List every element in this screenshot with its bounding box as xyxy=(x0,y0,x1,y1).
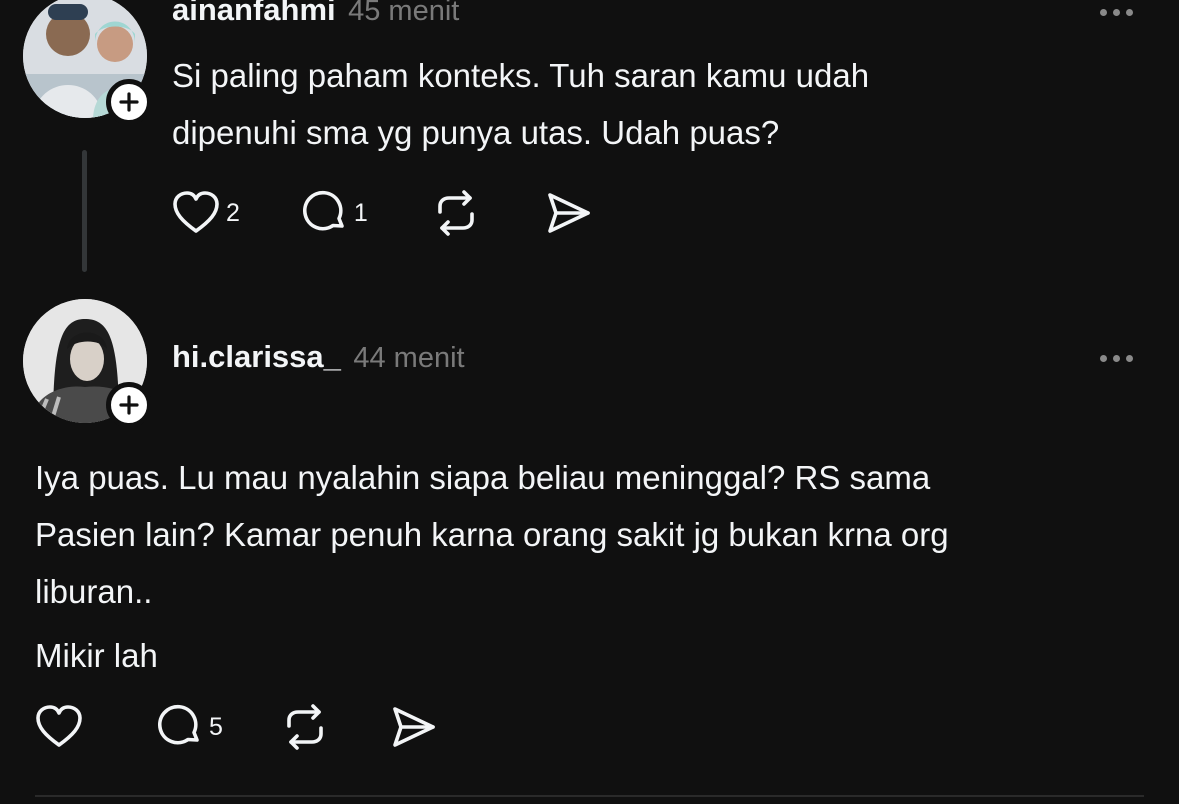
plus-icon xyxy=(119,395,139,415)
share-button[interactable] xyxy=(544,190,592,236)
follow-button[interactable] xyxy=(106,382,152,428)
post-divider xyxy=(35,795,1144,797)
timestamp: 44 menit xyxy=(353,342,465,374)
action-bar: 2 1 xyxy=(172,190,592,236)
repost-button[interactable] xyxy=(281,704,329,750)
follow-button[interactable] xyxy=(106,79,152,125)
heart-icon xyxy=(36,705,82,747)
heart-icon xyxy=(173,191,219,233)
post-body: Iya puas. Lu mau nyalahin siapa beliau m… xyxy=(35,449,949,684)
post-body: Si paling paham konteks. Tuh saran kamu … xyxy=(172,47,869,161)
share-button[interactable] xyxy=(389,704,437,750)
more-icon xyxy=(1100,9,1107,16)
username[interactable]: ainanfahmi xyxy=(172,0,336,27)
post-header: hi.clarissa_ 44 menit xyxy=(172,339,465,375)
send-icon xyxy=(393,707,435,747)
plus-icon xyxy=(119,92,139,112)
like-button[interactable] xyxy=(35,705,89,749)
reply-count: 5 xyxy=(209,712,223,741)
post-text-line: Iya puas. Lu mau nyalahin siapa beliau m… xyxy=(35,459,931,496)
post-text-line: dipenuhi sma yg punya utas. Udah puas? xyxy=(172,114,780,151)
timestamp: 45 menit xyxy=(348,0,460,27)
username[interactable]: hi.clarissa_ xyxy=(172,339,341,374)
comment-icon xyxy=(302,190,344,231)
post-text-line: Mikir lah xyxy=(35,637,158,674)
reply-button[interactable]: 1 xyxy=(302,190,368,236)
more-button[interactable] xyxy=(1100,355,1133,362)
comment-icon xyxy=(158,704,199,745)
more-button[interactable] xyxy=(1100,9,1133,16)
repost-icon xyxy=(287,704,323,750)
more-icon xyxy=(1100,355,1107,362)
send-icon xyxy=(548,193,590,233)
reply-button[interactable]: 5 xyxy=(157,704,223,750)
repost-button[interactable] xyxy=(432,190,480,236)
reply-count: 1 xyxy=(353,198,368,227)
post-text-line: liburan.. xyxy=(35,573,153,610)
thread-line xyxy=(82,150,87,272)
like-button[interactable]: 2 xyxy=(172,191,240,235)
action-bar: 5 xyxy=(35,704,437,750)
repost-icon xyxy=(438,190,474,236)
like-count: 2 xyxy=(226,198,240,227)
post-text-line: Si paling paham konteks. Tuh saran kamu … xyxy=(172,57,870,94)
post-text-line: Pasien lain? Kamar penuh karna orang sak… xyxy=(35,516,949,553)
post-header: ainanfahmi 45 menit xyxy=(172,0,459,28)
